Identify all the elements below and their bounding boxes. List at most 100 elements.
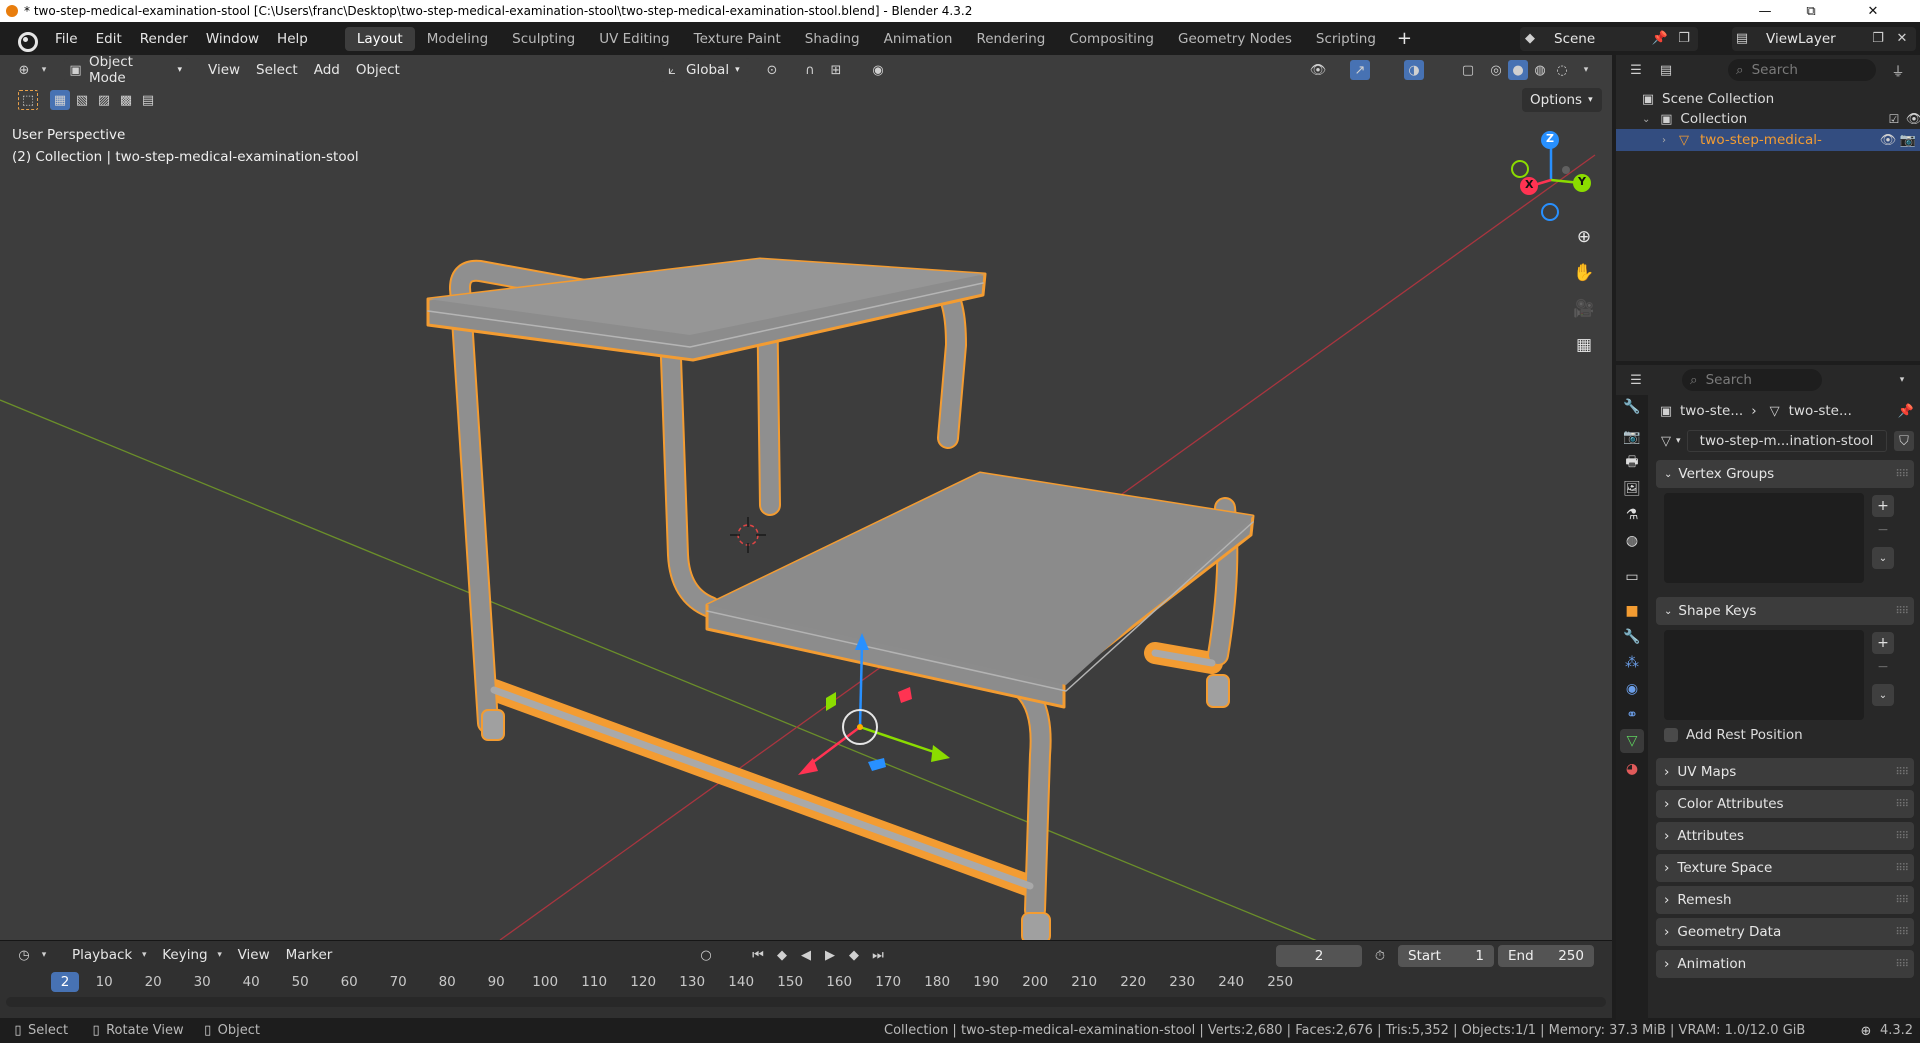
snap-target-icon[interactable]: ⊞	[826, 60, 846, 80]
gizmo-z-label[interactable]: Z	[1546, 132, 1554, 145]
shape-keys-list[interactable]	[1664, 630, 1864, 720]
pin-icon[interactable]: 📌	[1896, 401, 1916, 421]
new-view-layer-icon[interactable]: ❐	[1868, 29, 1888, 49]
eye-icon[interactable]: 👁	[1878, 130, 1898, 150]
physics-tab-icon[interactable]: ◉	[1620, 677, 1644, 701]
color-attributes-panel[interactable]: › Color Attributes ⠿⠿	[1656, 790, 1914, 818]
record-icon[interactable]: ○	[696, 945, 716, 965]
new-scene-icon[interactable]: ❐	[1674, 29, 1694, 49]
menu-file[interactable]: File	[46, 27, 87, 51]
properties-editor-icon[interactable]: ☰	[1626, 370, 1646, 390]
chevron-down-icon[interactable]: ▾	[1676, 436, 1681, 446]
tab-uv-editing[interactable]: UV Editing	[587, 27, 681, 51]
outliner-search[interactable]: ⌕ Search	[1728, 59, 1876, 81]
camera-render-icon[interactable]: 📷	[1898, 130, 1918, 150]
add-rest-position-row[interactable]: Add Rest Position	[1664, 727, 1803, 743]
pin-icon[interactable]: 📌	[1650, 29, 1670, 49]
mode-selector[interactable]: ▣ Object Mode ▾	[64, 55, 190, 86]
menu-edit[interactable]: Edit	[87, 27, 131, 51]
collection-tab-icon[interactable]: ▭	[1620, 565, 1644, 589]
prev-keyframe-icon[interactable]: ◆	[772, 945, 792, 965]
tab-rendering[interactable]: Rendering	[964, 27, 1057, 51]
menu-select[interactable]: Select	[248, 58, 306, 82]
select-intersect-icon[interactable]: ▤	[138, 90, 158, 110]
rendered-shading-icon[interactable]: ◌	[1552, 60, 1572, 80]
tab-shading[interactable]: Shading	[793, 27, 872, 51]
shape-key-specials-button[interactable]: ⌄	[1872, 684, 1894, 706]
chevron-down-icon[interactable]: ▾	[34, 60, 54, 80]
timeline-ruler[interactable]: 2 10 20 30 40 50 60 70 80 90 100 110 120 130 140 150 160…	[0, 971, 1612, 993]
shape-keys-panel[interactable]: ⌄ Shape Keys ⠿⠿	[1656, 597, 1914, 625]
play-reverse-icon[interactable]: ◀	[796, 945, 816, 965]
tab-layout[interactable]: Layout	[344, 26, 415, 51]
timeline-scrollbar[interactable]	[6, 997, 1606, 1007]
pan-hand-icon[interactable]: ✋	[1569, 258, 1599, 288]
chevron-down-icon[interactable]: ▾	[34, 945, 54, 965]
menu-keying[interactable]: Keying	[154, 943, 215, 967]
menu-view[interactable]: View	[200, 58, 248, 82]
menu-timeline-view[interactable]: View	[230, 943, 278, 967]
perspective-grid-icon[interactable]: ▦	[1569, 330, 1599, 360]
object-row[interactable]: › ▽ two-step-medical- 👁 📷	[1616, 129, 1920, 151]
close-button[interactable]: ✕	[1850, 0, 1896, 22]
menu-add[interactable]: Add	[306, 58, 348, 82]
current-frame-field[interactable]: 2	[1276, 945, 1362, 967]
render-tab-icon[interactable]: 📷	[1620, 425, 1644, 449]
drag-handle-icon[interactable]: ⠿⠿	[1895, 606, 1909, 617]
mesh-datablock-selector[interactable]: ▽ ▾ two-step-m...ination-stool ⛉	[1656, 429, 1914, 453]
gizmo-y-label[interactable]: Y	[1578, 175, 1586, 188]
collection-row[interactable]: ⌄ ▣ Collection ☑ 👁 📷	[1642, 109, 1920, 129]
checkbox-icon[interactable]: ☑	[1884, 109, 1904, 129]
drag-handle-icon[interactable]: ⠿⠿	[1895, 895, 1909, 906]
fake-user-shield-icon[interactable]: ⛉	[1894, 431, 1914, 451]
add-workspace-button[interactable]: +	[1388, 27, 1421, 51]
drag-handle-icon[interactable]: ⠿⠿	[1895, 799, 1909, 810]
uv-maps-panel[interactable]: › UV Maps ⠿⠿	[1656, 758, 1914, 786]
vertex-groups-panel[interactable]: ⌄ Vertex Groups ⠿⠿	[1656, 460, 1914, 488]
scene-selector[interactable]: ◆ Scene 📌 ❐	[1520, 26, 1698, 51]
display-mode-icon[interactable]: ▤	[1656, 60, 1676, 80]
drag-handle-icon[interactable]: ⠿⠿	[1895, 863, 1909, 874]
output-tab-icon[interactable]: 🖶	[1620, 451, 1644, 475]
select-subtract-icon[interactable]: ▨	[94, 90, 114, 110]
menu-help[interactable]: Help	[268, 27, 317, 51]
remove-shape-key-button[interactable]: −	[1872, 656, 1894, 678]
drag-handle-icon[interactable]: ⠿⠿	[1895, 831, 1909, 842]
texture-space-panel[interactable]: › Texture Space ⠿⠿	[1656, 854, 1914, 882]
tab-sculpting[interactable]: Sculpting	[500, 27, 587, 51]
drag-handle-icon[interactable]: ⠿⠿	[1895, 767, 1909, 778]
zoom-icon[interactable]: ⊕	[1569, 222, 1599, 252]
editor-type-icon[interactable]: ⊕	[14, 60, 34, 80]
3d-viewport[interactable]: Z Y X ⊕ ▾ ▣ Object Mode ▾ View Select Ad…	[0, 55, 1612, 940]
start-frame-field[interactable]: Start 1	[1398, 945, 1494, 967]
gizmo-toggle-icon[interactable]: ↗	[1350, 60, 1370, 80]
view-layer-tab-icon[interactable]: 🖼	[1620, 477, 1644, 501]
mesh-data-tab-icon[interactable]: ▽	[1620, 729, 1644, 753]
menu-object[interactable]: Object	[348, 58, 408, 82]
scene-tab-icon[interactable]: ⚗	[1620, 503, 1644, 527]
end-frame-field[interactable]: End 250	[1498, 945, 1594, 967]
jump-end-icon[interactable]: ⏭	[868, 945, 888, 965]
menu-window[interactable]: Window	[197, 27, 268, 51]
add-rest-position-checkbox[interactable]	[1664, 728, 1678, 742]
gizmo-x-label[interactable]: X	[1525, 178, 1533, 191]
select-invert-icon[interactable]: ▩	[116, 90, 136, 110]
solid-shading-icon[interactable]: ●	[1508, 60, 1528, 80]
drag-handle-icon[interactable]: ⠿⠿	[1895, 927, 1909, 938]
menu-marker[interactable]: Marker	[278, 943, 341, 967]
drag-handle-icon[interactable]: ⠿⠿	[1895, 469, 1909, 480]
minimize-button[interactable]: —	[1742, 0, 1788, 22]
attributes-panel[interactable]: › Attributes ⠿⠿	[1656, 822, 1914, 850]
filter-icon[interactable]: ⏚	[1888, 60, 1908, 80]
transform-orientation[interactable]: ⟀ Global ▾	[660, 58, 750, 82]
mesh-name-field[interactable]: two-step-m...ination-stool	[1686, 430, 1887, 452]
chevron-down-icon[interactable]: ▾	[1892, 370, 1912, 390]
constraints-tab-icon[interactable]: ⚭	[1620, 703, 1644, 727]
camera-icon[interactable]: 🎥	[1569, 294, 1599, 324]
tab-geometry-nodes[interactable]: Geometry Nodes	[1166, 27, 1304, 51]
modifier-tab-icon[interactable]: 🔧	[1620, 625, 1644, 649]
properties-search[interactable]: ⌕ Search	[1682, 369, 1822, 391]
mesh-datablock-icon[interactable]: ▽	[1656, 431, 1676, 451]
eye-icon[interactable]: 👁	[1904, 109, 1920, 129]
select-box-tool-icon[interactable]: ⬚	[18, 90, 38, 110]
